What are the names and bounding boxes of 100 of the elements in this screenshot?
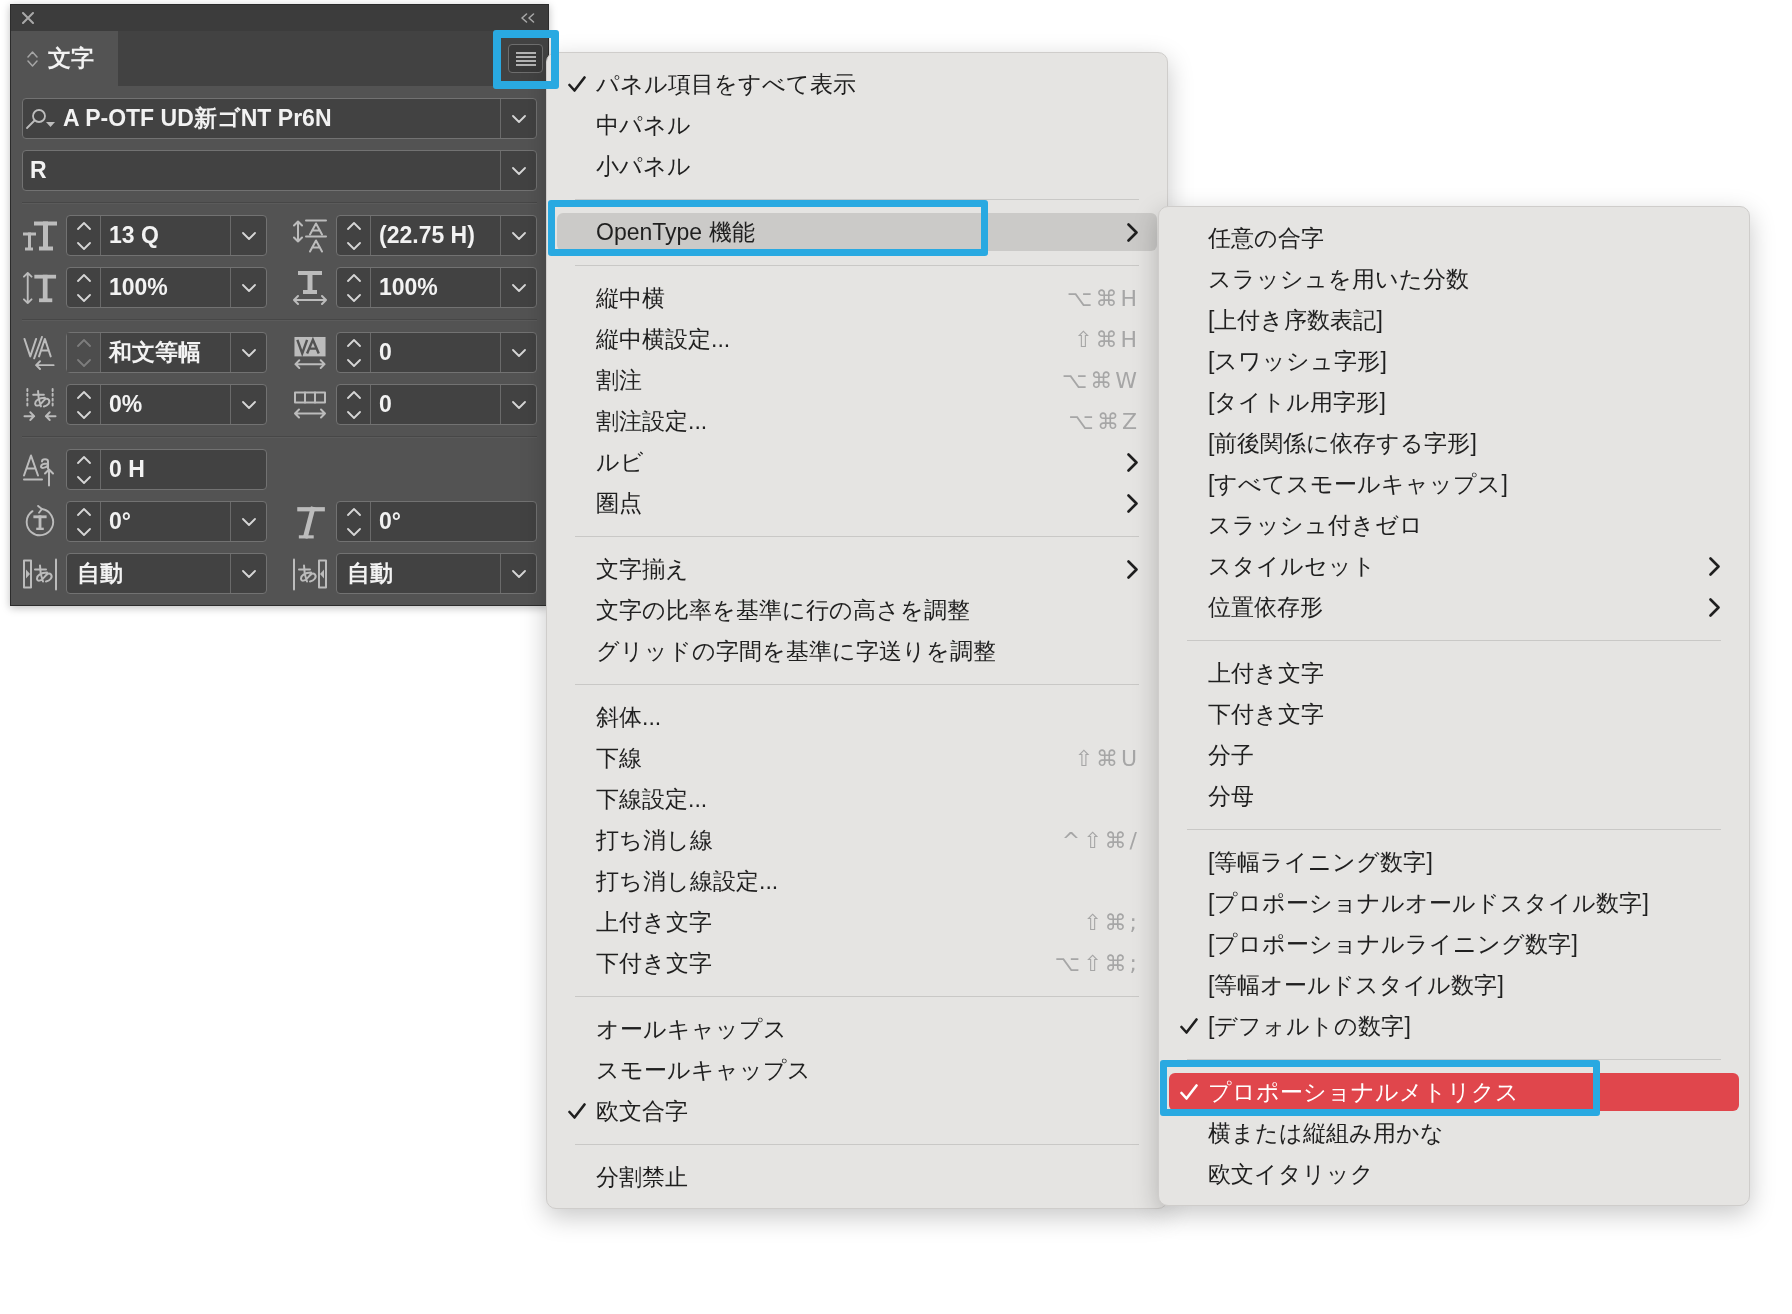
input-field[interactable]: 0 H bbox=[66, 449, 267, 490]
keyboard-shortcut: ^⇧⌘/ bbox=[1061, 827, 1140, 853]
chevron-down-icon bbox=[511, 569, 526, 578]
double-chevron-left-icon[interactable] bbox=[520, 13, 535, 23]
input-field[interactable]: 0 bbox=[336, 384, 537, 425]
keyboard-shortcut: ⇧⌘U bbox=[1074, 745, 1140, 771]
menu-item[interactable]: 欧文イタリック bbox=[1169, 1155, 1739, 1193]
menu-item[interactable]: 下付き文字 ⌥⇧⌘; bbox=[557, 944, 1157, 982]
up-down-chevron-icon bbox=[346, 507, 361, 536]
menu-item[interactable]: [プロポーショナルライニング数字] bbox=[1169, 925, 1739, 963]
menu-item[interactable]: スラッシュ付きゼロ bbox=[1169, 506, 1739, 544]
menu-item[interactable]: 縦中横設定... ⇧⌘H bbox=[557, 320, 1157, 358]
panel-menu-button[interactable] bbox=[508, 44, 543, 73]
chevron-down-icon bbox=[511, 348, 526, 357]
menu-item[interactable]: 位置依存形 bbox=[1169, 588, 1739, 626]
menu-item[interactable]: 文字の比率を基準に行の高さを調整 bbox=[557, 591, 1157, 629]
menu-item[interactable]: 圏点 bbox=[557, 484, 1157, 522]
menu-item[interactable]: OpenType 機能 bbox=[557, 213, 1157, 251]
font-family-field[interactable]: A P-OTF UD新ゴNT Pr6N bbox=[22, 98, 537, 139]
menu-item[interactable]: スラッシュを用いた分数 bbox=[1169, 260, 1739, 298]
keyboard-shortcut: ⌥⌘Z bbox=[1068, 408, 1140, 434]
menu-item[interactable]: [上付き序数表記] bbox=[1169, 301, 1739, 339]
menu-item[interactable]: スモールキャップス bbox=[557, 1051, 1157, 1089]
menu-item[interactable]: 打ち消し線設定... bbox=[557, 862, 1157, 900]
input-field[interactable]: 0° bbox=[66, 501, 267, 542]
close-icon[interactable] bbox=[22, 12, 34, 24]
up-down-chevron-icon bbox=[76, 455, 91, 484]
menu-item[interactable]: ルビ bbox=[557, 443, 1157, 481]
panel-tab[interactable]: 文字 bbox=[11, 31, 118, 86]
menu-item[interactable]: 斜体... bbox=[557, 698, 1157, 736]
input-field[interactable]: 自動 bbox=[336, 553, 537, 594]
chevron-down-icon bbox=[241, 517, 256, 526]
menu-item[interactable]: 欧文合字 bbox=[557, 1092, 1157, 1130]
space-after-icon bbox=[293, 556, 327, 591]
menu-item[interactable]: 分割禁止 bbox=[557, 1158, 1157, 1196]
menu-item[interactable]: 割注設定... ⌥⌘Z bbox=[557, 402, 1157, 440]
keyboard-shortcut: ⌥⌘W bbox=[1061, 367, 1140, 393]
menu-item[interactable]: [等幅ライニング数字] bbox=[1169, 843, 1739, 881]
menu-item[interactable]: 分子 bbox=[1169, 736, 1739, 774]
menu-item[interactable]: 下線設定... bbox=[557, 780, 1157, 818]
chevron-down-icon bbox=[511, 283, 526, 292]
up-down-chevron-icon bbox=[76, 507, 91, 536]
up-down-chevron-icon bbox=[76, 338, 91, 367]
menu-item[interactable]: 分母 bbox=[1169, 777, 1739, 815]
up-down-chevron-icon bbox=[346, 221, 361, 250]
font-style-field[interactable]: R bbox=[22, 150, 537, 191]
menu-item[interactable]: 小パネル bbox=[557, 147, 1157, 185]
up-down-chevron-icon bbox=[27, 49, 38, 68]
menu-item[interactable]: 上付き文字 bbox=[1169, 654, 1739, 692]
input-field[interactable]: 和文等幅 bbox=[66, 332, 267, 373]
menu-item[interactable]: 下付き文字 bbox=[1169, 695, 1739, 733]
menu-item[interactable]: パネル項目をすべて表示 bbox=[557, 65, 1157, 103]
input-field[interactable]: 0° bbox=[336, 501, 537, 542]
up-down-chevron-icon bbox=[76, 390, 91, 419]
menu-item[interactable]: [プロポーショナルオールドスタイル数字] bbox=[1169, 884, 1739, 922]
keyboard-shortcut: ⇧⌘; bbox=[1083, 909, 1140, 935]
character-squeeze-icon bbox=[23, 387, 57, 422]
menu-item[interactable]: プロポーショナルメトリクス bbox=[1169, 1073, 1739, 1111]
menu-item[interactable]: 中パネル bbox=[557, 106, 1157, 144]
menu-item[interactable]: [すべてスモールキャップス] bbox=[1169, 465, 1739, 503]
input-field[interactable]: 0 bbox=[336, 332, 537, 373]
chevron-down-icon bbox=[511, 166, 526, 175]
menu-item[interactable]: 横または縦組み用かな bbox=[1169, 1114, 1739, 1152]
chevron-down-icon bbox=[511, 400, 526, 409]
horizontal-scale-icon bbox=[293, 270, 327, 305]
menu-item[interactable]: [等幅オールドスタイル数字] bbox=[1169, 966, 1739, 1004]
menu-item[interactable]: 下線 ⇧⌘U bbox=[557, 739, 1157, 777]
input-field[interactable]: 100% bbox=[66, 267, 267, 308]
line-spacing-icon bbox=[293, 218, 327, 253]
menu-item[interactable]: 縦中横 ⌥⌘H bbox=[557, 279, 1157, 317]
chevron-down-icon bbox=[241, 231, 256, 240]
chevron-down-icon bbox=[241, 348, 256, 357]
input-field[interactable]: 0% bbox=[66, 384, 267, 425]
menu-icon bbox=[515, 51, 536, 66]
space-before-icon bbox=[23, 556, 57, 591]
menu-item[interactable]: [デフォルトの数字] bbox=[1169, 1007, 1739, 1045]
input-field[interactable]: (22.75 H) bbox=[336, 215, 537, 256]
kerning-icon bbox=[23, 335, 57, 370]
chevron-down-icon bbox=[241, 283, 256, 292]
up-down-chevron-icon bbox=[76, 221, 91, 250]
input-field[interactable]: 13 Q bbox=[66, 215, 267, 256]
menu-item[interactable]: 割注 ⌥⌘W bbox=[557, 361, 1157, 399]
up-down-chevron-icon bbox=[76, 273, 91, 302]
menu-item[interactable]: グリッドの字間を基準に字送りを調整 bbox=[557, 632, 1157, 670]
menu-item[interactable]: [前後関係に依存する字形] bbox=[1169, 424, 1739, 462]
input-field[interactable]: 自動 bbox=[66, 553, 267, 594]
menu-item[interactable]: 上付き文字 ⇧⌘; bbox=[557, 903, 1157, 941]
keyboard-shortcut: ⇧⌘H bbox=[1074, 326, 1140, 352]
menu-item[interactable]: 文字揃え bbox=[557, 550, 1157, 588]
menu-item[interactable]: [スワッシュ字形] bbox=[1169, 342, 1739, 380]
chevron-down-icon bbox=[511, 114, 526, 123]
up-down-chevron-icon bbox=[346, 338, 361, 367]
menu-item[interactable]: オールキャップス bbox=[557, 1010, 1157, 1048]
input-field[interactable]: 100% bbox=[336, 267, 537, 308]
menu-item[interactable]: [タイトル用字形] bbox=[1169, 383, 1739, 421]
menu-item[interactable]: 任意の合字 bbox=[1169, 219, 1739, 257]
baseline-shift-icon bbox=[23, 452, 57, 487]
menu-item[interactable]: スタイルセット bbox=[1169, 547, 1739, 585]
search-icon bbox=[25, 107, 57, 130]
menu-item[interactable]: 打ち消し線 ^⇧⌘/ bbox=[557, 821, 1157, 859]
